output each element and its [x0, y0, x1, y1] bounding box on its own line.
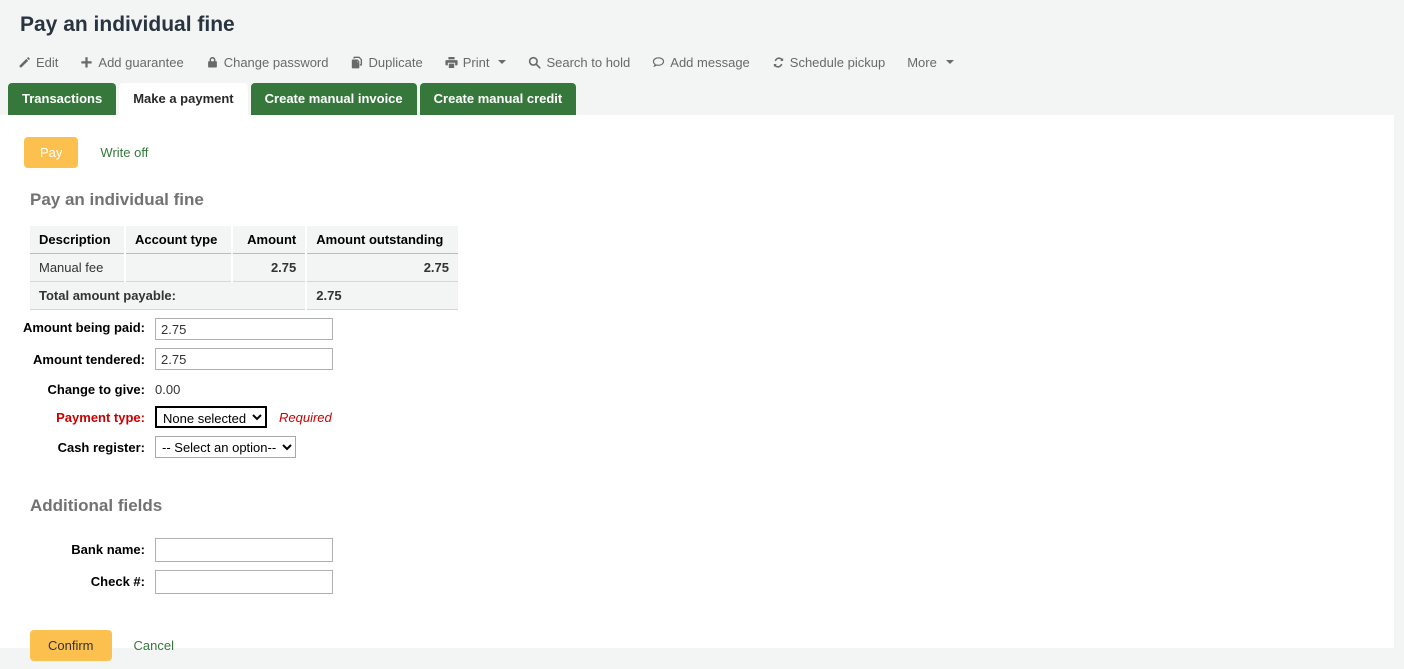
tab-create-manual-credit[interactable]: Create manual credit — [420, 83, 577, 115]
amount-tendered-input[interactable] — [155, 348, 333, 370]
column-header-amount-outstanding: Amount outstanding — [306, 226, 458, 254]
field-cash-register: Cash register: -- Select an option-- — [0, 436, 1394, 458]
cell-description: Manual fee — [30, 254, 125, 282]
toolbar-add-message-button[interactable]: Add message — [652, 55, 750, 70]
table-header-row: Description Account type Amount Amount o… — [30, 226, 458, 254]
field-payment-type: Payment type: None selected Required — [0, 406, 1394, 428]
payment-type-label: Payment type: — [0, 406, 155, 426]
total-amount-payable-label: Total amount payable: — [30, 282, 306, 310]
cash-register-select-wrap: -- Select an option-- — [155, 436, 296, 458]
printer-icon — [445, 56, 458, 69]
additional-fields-form: Bank name: Check #: — [0, 538, 1394, 594]
bank-name-input-wrap — [155, 538, 333, 562]
check-number-input[interactable] — [155, 570, 333, 594]
column-header-amount: Amount — [232, 226, 307, 254]
pencil-icon — [18, 56, 31, 69]
toolbar-item-label: More — [907, 55, 937, 70]
bank-name-label: Bank name: — [0, 538, 155, 558]
toolbar-schedule-pickup-button[interactable]: Schedule pickup — [772, 55, 885, 70]
comment-icon — [652, 56, 665, 69]
cash-register-select[interactable]: -- Select an option-- — [155, 436, 296, 458]
field-check-number: Check #: — [0, 570, 1394, 594]
toolbar-duplicate-button[interactable]: Duplicate — [351, 55, 423, 70]
payment-type-select[interactable]: None selected — [155, 406, 267, 428]
amount-being-paid-input-wrap — [155, 318, 333, 340]
toolbar-more-button[interactable]: More — [907, 55, 954, 70]
change-to-give-value: 0.00 — [155, 378, 180, 398]
payment-form: Amount being paid: Amount tendered: Chan… — [0, 318, 1394, 458]
field-bank-name: Bank name: — [0, 538, 1394, 562]
payment-panel: Pay Write off Pay an individual fine Des… — [0, 115, 1394, 648]
total-amount-payable-value: 2.75 — [306, 282, 458, 310]
table-row: Manual fee 2.75 2.75 — [30, 254, 458, 282]
payment-type-required-note: Required — [279, 410, 332, 425]
field-amount-being-paid: Amount being paid: — [0, 318, 1394, 340]
toolbar-item-label: Edit — [36, 55, 58, 70]
bank-name-input[interactable] — [155, 538, 333, 562]
toolbar-item-label: Duplicate — [369, 55, 423, 70]
additional-fields-title: Additional fields — [30, 496, 1394, 516]
page-title: Pay an individual fine — [0, 0, 1404, 38]
table-total-row: Total amount payable: 2.75 — [30, 282, 458, 310]
action-toolbar: Edit Add guarantee Change password Dupli… — [0, 38, 1404, 72]
cancel-link[interactable]: Cancel — [134, 638, 174, 653]
amount-being-paid-input[interactable] — [155, 318, 333, 340]
toolbar-item-label: Schedule pickup — [790, 55, 885, 70]
cell-account-type — [125, 254, 232, 282]
page-header: Pay an individual fine Edit Add guarante… — [0, 0, 1404, 115]
toolbar-item-label: Add guarantee — [98, 55, 183, 70]
amount-tendered-label: Amount tendered: — [0, 348, 155, 368]
chevron-down-icon — [946, 60, 954, 64]
pay-button[interactable]: Pay — [24, 137, 78, 168]
amount-being-paid-label: Amount being paid: — [0, 318, 155, 336]
section-title: Pay an individual fine — [30, 190, 1394, 210]
tab-transactions[interactable]: Transactions — [8, 83, 116, 115]
amount-tendered-input-wrap — [155, 348, 333, 370]
form-actions: Confirm Cancel — [30, 630, 1394, 661]
search-icon — [528, 56, 541, 69]
toolbar-print-button[interactable]: Print — [445, 55, 507, 70]
toolbar-add-guarantee-button[interactable]: Add guarantee — [80, 55, 183, 70]
toolbar-item-label: Search to hold — [546, 55, 630, 70]
copy-icon — [351, 56, 364, 69]
column-header-account-type: Account type — [125, 226, 232, 254]
field-amount-tendered: Amount tendered: — [0, 348, 1394, 370]
chevron-down-icon — [498, 60, 506, 64]
cell-amount-outstanding: 2.75 — [306, 254, 458, 282]
toolbar-item-label: Add message — [670, 55, 750, 70]
fines-table: Description Account type Amount Amount o… — [30, 226, 458, 310]
change-to-give-label: Change to give: — [0, 378, 155, 398]
lock-icon — [206, 56, 219, 69]
toolbar-item-label: Change password — [224, 55, 329, 70]
refresh-icon — [772, 56, 785, 69]
column-header-description: Description — [30, 226, 125, 254]
cash-register-label: Cash register: — [0, 436, 155, 456]
payment-type-select-wrap: None selected Required — [155, 406, 332, 428]
plus-icon — [80, 56, 93, 69]
payment-mode-switch: Pay Write off — [0, 137, 1394, 168]
check-number-input-wrap — [155, 570, 333, 594]
toolbar-change-password-button[interactable]: Change password — [206, 55, 329, 70]
field-change-to-give: Change to give: 0.00 — [0, 378, 1394, 398]
write-off-link[interactable]: Write off — [100, 145, 148, 160]
toolbar-edit-button[interactable]: Edit — [18, 55, 58, 70]
tab-create-manual-invoice[interactable]: Create manual invoice — [251, 83, 417, 115]
toolbar-item-label: Print — [463, 55, 490, 70]
toolbar-search-to-hold-button[interactable]: Search to hold — [528, 55, 630, 70]
tab-make-a-payment[interactable]: Make a payment — [119, 83, 247, 115]
account-tabs: Transactions Make a payment Create manua… — [0, 82, 1404, 115]
confirm-button[interactable]: Confirm — [30, 630, 112, 661]
check-number-label: Check #: — [0, 570, 155, 590]
cell-amount: 2.75 — [232, 254, 307, 282]
